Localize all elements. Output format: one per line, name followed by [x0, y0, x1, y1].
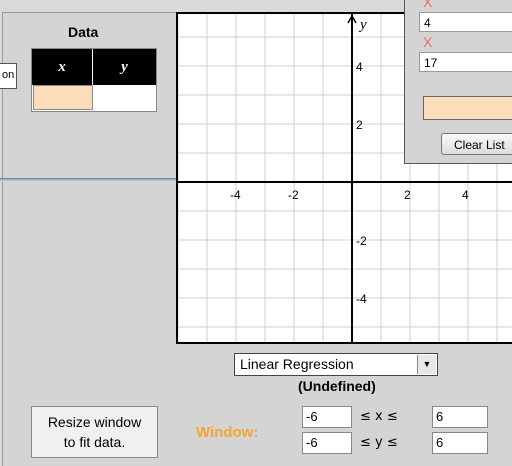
x-max-input[interactable]: 6	[432, 406, 488, 428]
data-list-popup: X 4 X 17 Clear List	[404, 0, 512, 164]
y-tick-label: 2	[356, 118, 363, 132]
dropdown-arrow-icon[interactable]: ▼	[417, 355, 436, 374]
y-value-input[interactable]	[93, 85, 156, 110]
y-tick-label: 4	[356, 60, 363, 74]
x-tick-label: -4	[230, 188, 241, 202]
resize-button-line1: Resize window	[47, 414, 142, 430]
y-axis-label: y	[358, 17, 367, 33]
y-tick-label: -2	[356, 234, 367, 248]
clear-list-button[interactable]: Clear List	[441, 133, 512, 155]
data-title: Data	[68, 24, 99, 40]
list-value-field[interactable]: 17	[419, 52, 512, 72]
window-shadow	[0, 178, 176, 181]
x-range-relation: ≤ x ≤	[360, 409, 398, 424]
regression-type-select[interactable]: Linear Regression ▼	[234, 353, 438, 376]
data-table: x y	[31, 48, 157, 112]
x-tick-label: -2	[288, 188, 299, 202]
x-value-input[interactable]	[33, 85, 93, 110]
y-tick-label: -4	[356, 292, 367, 306]
x-min-input[interactable]: -6	[302, 406, 352, 428]
background-window-input[interactable]: on	[0, 63, 17, 89]
new-value-input[interactable]	[423, 96, 512, 120]
y-range-relation: ≤ y ≤	[360, 435, 398, 450]
column-header-y: y	[93, 49, 156, 85]
x-tick-label: 4	[462, 188, 469, 202]
regression-type-value: Linear Regression	[240, 356, 354, 372]
window-label: Window:	[196, 424, 259, 441]
y-min-input[interactable]: -6	[302, 432, 352, 454]
delete-x-icon[interactable]: X	[423, 34, 432, 50]
column-header-x: x	[32, 49, 92, 85]
resize-window-button[interactable]: Resize window to fit data.	[31, 406, 158, 458]
x-tick-label: 2	[404, 188, 411, 202]
regression-result: (Undefined)	[298, 378, 376, 394]
resize-button-line2: to fit data.	[63, 434, 126, 450]
delete-x-icon[interactable]: X	[423, 0, 432, 10]
list-value-field[interactable]: 4	[419, 12, 512, 32]
y-max-input[interactable]: 6	[432, 432, 488, 454]
